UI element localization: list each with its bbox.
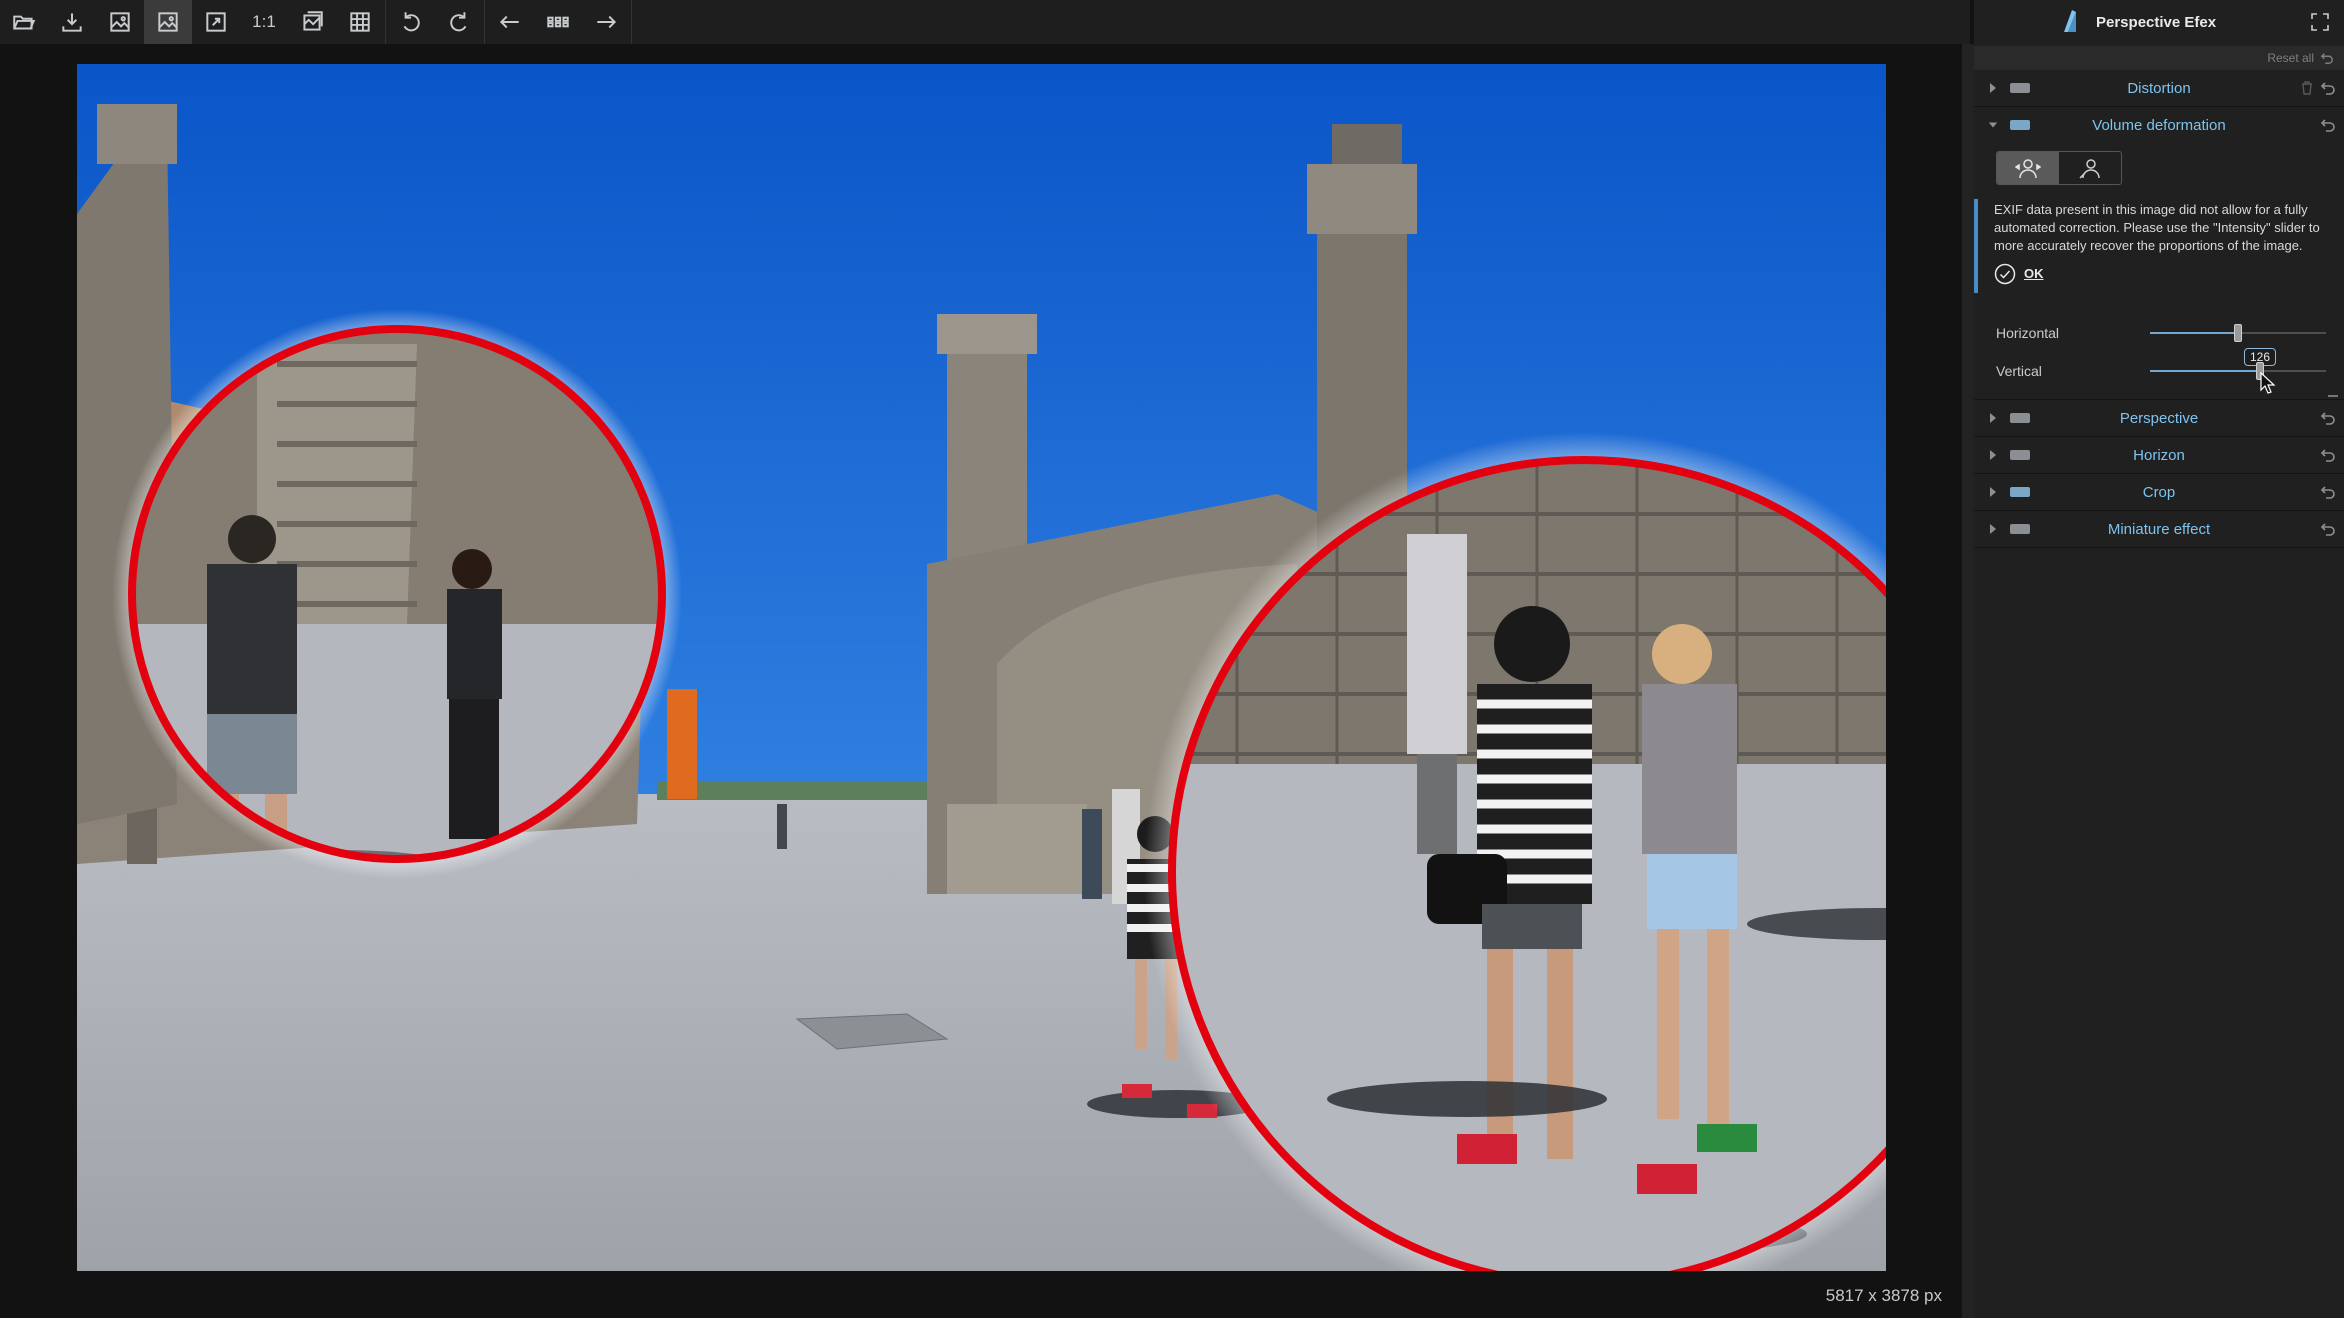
chevron-right-icon[interactable] [1988, 486, 1998, 498]
chevron-right-icon[interactable] [1988, 82, 1998, 94]
zoom-label: 1:1 [252, 12, 276, 31]
vertical-label: Vertical [1996, 363, 2042, 379]
reset-all-button[interactable]: Reset all [2267, 51, 2314, 65]
chevron-right-icon[interactable] [1988, 412, 1998, 424]
panel-title: Perspective Efex [2096, 13, 2217, 31]
mouse-cursor-icon [2260, 372, 2276, 394]
fullscreen-icon[interactable] [2310, 12, 2330, 32]
chevron-right-icon[interactable] [1988, 449, 1998, 461]
clipping-button[interactable] [288, 0, 336, 44]
download-icon [62, 13, 82, 32]
panel-splitter[interactable] [1962, 44, 1974, 1318]
folder-open-icon [13, 15, 36, 30]
main-toolbar: 1:1 [0, 0, 1970, 44]
filter-panel: Perspective Efex Reset all Distortion Vo… [1974, 0, 2344, 1318]
compare-icon [110, 12, 130, 32]
rotate-right-button[interactable] [435, 0, 483, 44]
manual-mode-button[interactable] [2059, 152, 2121, 184]
rotate-left-button[interactable] [387, 0, 435, 44]
volume-deformation-header[interactable]: Volume deformation [1974, 107, 2344, 143]
toolbar-divider [385, 0, 386, 44]
crop-header[interactable]: Crop [1974, 474, 2344, 510]
trash-icon[interactable] [2300, 80, 2314, 96]
toolbar-divider [631, 0, 632, 44]
arrow-left-icon [499, 15, 519, 29]
image-dimensions: 5817 x 3878 px [1825, 1286, 1942, 1305]
undo-icon[interactable] [2320, 51, 2334, 65]
panel-header: Perspective Efex [1974, 0, 2344, 44]
compare-button[interactable] [96, 0, 144, 44]
chevron-right-icon[interactable] [1988, 523, 1998, 535]
fit-screen-icon [206, 12, 226, 32]
miniature-effect-toggle[interactable] [2010, 524, 2030, 534]
ok-row: OK [1994, 263, 2330, 285]
single-view-button[interactable] [144, 0, 192, 44]
ok-button[interactable]: OK [2024, 265, 2044, 283]
chevron-down-icon[interactable] [1988, 119, 1998, 131]
section-crop: Crop [1974, 474, 2344, 511]
horizontal-slider-row: Horizontal [1974, 315, 2344, 349]
vertical-slider-row: Vertical 126 [1974, 348, 2344, 394]
previous-image-button[interactable] [486, 0, 534, 44]
horizon-toggle[interactable] [2010, 450, 2030, 460]
section-distortion: Distortion [1974, 70, 2344, 107]
horizon-header[interactable]: Horizon [1974, 437, 2344, 473]
miniature-effect-header[interactable]: Miniature effect [1974, 511, 2344, 547]
grid-icon [350, 12, 370, 32]
horizontal-slider-fill [2150, 332, 2238, 334]
undo-icon[interactable] [2320, 521, 2336, 537]
filmstrip-button[interactable] [534, 0, 582, 44]
section-volume-deformation: Volume deformation EXIF data present in … [1974, 107, 2344, 400]
image-icon [158, 12, 178, 32]
distortion-toggle[interactable] [2010, 83, 2030, 93]
undo-icon[interactable] [2320, 484, 2336, 500]
deformation-mode-toggle [1996, 151, 2122, 185]
horizontal-slider-thumb[interactable] [2234, 324, 2242, 342]
horizontal-label: Horizontal [1996, 325, 2060, 341]
undo-icon[interactable] [2320, 447, 2336, 463]
export-button[interactable] [48, 0, 96, 44]
vertical-slider[interactable]: 126 [2150, 348, 2326, 394]
photo-preview[interactable] [77, 64, 1886, 1271]
vertical-slider-fill [2150, 370, 2260, 372]
collapse-minus-icon[interactable] [2328, 395, 2338, 397]
volume-deformation-body: EXIF data present in this image did not … [1974, 143, 2344, 399]
arrow-right-icon [597, 15, 617, 29]
checkmark-circle-icon[interactable] [1994, 263, 2016, 285]
exif-notice: EXIF data present in this image did not … [1974, 199, 2344, 293]
section-perspective: Perspective [1974, 400, 2344, 437]
perspective-toggle[interactable] [2010, 413, 2030, 423]
rotate-left-icon [403, 12, 420, 32]
image-canvas[interactable]: 5817 x 3878 px [0, 44, 1970, 1318]
grid-button[interactable] [336, 0, 384, 44]
perspective-efex-logo-icon [2064, 10, 2076, 32]
filmstrip-icon [547, 16, 569, 28]
section-miniature-effect: Miniature effect [1974, 511, 2344, 548]
perspective-header[interactable]: Perspective [1974, 400, 2344, 436]
undo-icon[interactable] [2320, 410, 2336, 426]
person-auto-icon [2014, 159, 2042, 179]
zoom-one-to-one-button[interactable]: 1:1 [240, 0, 288, 44]
clipping-icon [303, 11, 323, 31]
person-manual-icon [2079, 159, 2100, 179]
undo-icon[interactable] [2320, 80, 2336, 96]
exif-notice-text: EXIF data present in this image did not … [1994, 202, 2320, 253]
horizontal-slider[interactable] [2150, 324, 2326, 342]
castle-photo [77, 64, 1886, 1271]
toolbar-divider [484, 0, 485, 44]
next-image-button[interactable] [582, 0, 630, 44]
open-button[interactable] [0, 0, 48, 44]
rotate-right-icon [450, 12, 467, 32]
fit-screen-button[interactable] [192, 0, 240, 44]
crop-toggle[interactable] [2010, 487, 2030, 497]
volume-deformation-toggle[interactable] [2010, 120, 2030, 130]
auto-mode-button[interactable] [1997, 152, 2059, 184]
undo-icon[interactable] [2320, 117, 2336, 133]
reset-all-bar: Reset all [1974, 46, 2344, 70]
distortion-header[interactable]: Distortion [1974, 70, 2344, 106]
section-horizon: Horizon [1974, 437, 2344, 474]
